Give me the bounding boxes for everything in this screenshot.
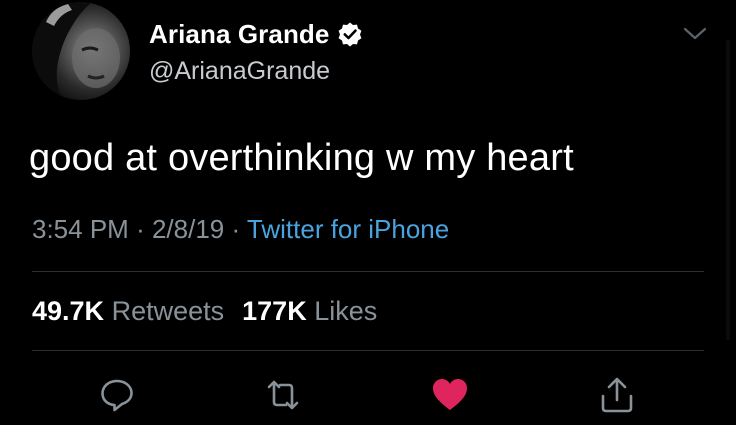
retweet-icon[interactable]	[263, 375, 303, 415]
tweet-stats: 49.7K Retweets 177K Likes	[32, 296, 377, 327]
name-row: Ariana Grande	[149, 18, 363, 50]
tweet-card: Ariana Grande @ArianaGrande good at over…	[0, 0, 736, 425]
meta-separator: ·	[136, 214, 152, 244]
reply-icon[interactable]	[97, 375, 137, 415]
tweet-text: good at overthinking w my heart	[29, 137, 574, 179]
avatar-image	[32, 2, 130, 100]
heart-icon[interactable]	[430, 375, 470, 415]
retweets-label: Retweets	[111, 296, 225, 326]
user-handle[interactable]: @ArianaGrande	[149, 57, 363, 86]
share-icon[interactable]	[597, 375, 637, 415]
likes-stat[interactable]: 177K Likes	[242, 296, 377, 326]
likes-count: 177K	[242, 296, 307, 326]
retweets-stat[interactable]: 49.7K Retweets	[32, 296, 224, 326]
verified-badge-icon	[337, 21, 363, 47]
more-options-chevron-down-icon[interactable]	[682, 25, 708, 43]
scrollbar[interactable]	[726, 40, 730, 340]
avatar[interactable]	[32, 2, 130, 100]
likes-label: Likes	[314, 296, 378, 326]
tweet-header: Ariana Grande @ArianaGrande	[149, 18, 363, 86]
divider	[32, 271, 704, 272]
tweet-time[interactable]: 3:54 PM	[32, 214, 129, 244]
divider	[32, 350, 704, 351]
retweets-count: 49.7K	[32, 296, 105, 326]
tweet-source-link[interactable]: Twitter for iPhone	[247, 214, 449, 244]
tweet-metadata: 3:54 PM · 2/8/19 · Twitter for iPhone	[32, 214, 449, 245]
display-name[interactable]: Ariana Grande	[149, 19, 329, 50]
tweet-date[interactable]: 2/8/19	[152, 214, 224, 244]
meta-separator: ·	[231, 214, 247, 244]
